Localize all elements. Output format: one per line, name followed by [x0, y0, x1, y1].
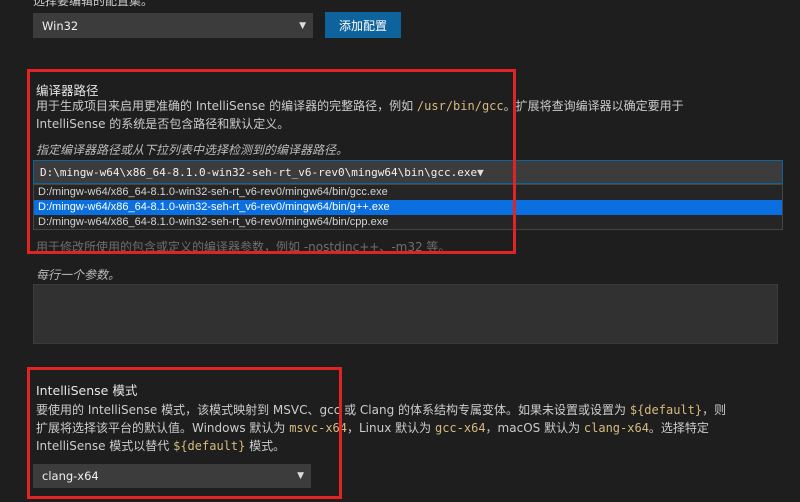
desc-text: ，Linux 默认为 — [347, 421, 435, 435]
desc-text: 用于生成项目来启用更准确的 IntelliSense 的编译器的完整路径，例如 — [36, 99, 417, 113]
intellisense-mode-value: clang-x64 — [42, 469, 99, 483]
compiler-path-input[interactable]: D:\mingw-w64\x86_64-8.1.0-win32-seh-rt_v… — [33, 160, 783, 184]
compiler-args-hint: 每行一个参数。 — [36, 268, 121, 282]
desc-text: 。选择特定 — [648, 421, 709, 435]
compiler-path-value: D:\mingw-w64\x86_64-8.1.0-win32-seh-rt_v… — [40, 165, 478, 179]
intellisense-mode-heading: IntelliSense 模式 — [36, 383, 138, 398]
desc-text: 模式。 — [245, 439, 286, 453]
dropdown-option-cpp[interactable]: D:/mingw-w64/x86_64-8.1.0-win32-seh-rt_v… — [34, 215, 782, 230]
compiler-args-textarea[interactable] — [33, 284, 778, 344]
desc-text: 扩展将选择该平台的默认值。Windows 默认为 — [36, 421, 290, 435]
add-configuration-button[interactable]: 添加配置 — [325, 12, 401, 38]
desc-code: gcc-x64 — [434, 421, 486, 435]
compiler-path-hint: 指定编译器路径或从下拉列表中选择检测到的编译器路径。 — [36, 143, 349, 157]
intellisense-desc-line2: 扩展将选择该平台的默认值。Windows 默认为 msvc-x64，Linux … — [36, 419, 709, 437]
desc-code: ${default} — [629, 403, 703, 417]
dropdown-option-gpp[interactable]: D:/mingw-w64/x86_64-8.1.0-win32-seh-rt_v… — [34, 200, 782, 215]
chevron-down-icon: ▼ — [299, 20, 306, 31]
config-select-value: Win32 — [42, 18, 79, 33]
desc-code: clang-x64 — [583, 421, 649, 435]
intellisense-desc-line1: 要使用的 IntelliSense 模式，该模式映射到 MSVC、gcc 或 C… — [36, 401, 726, 419]
desc-text: IntelliSense 模式以替代 — [36, 439, 174, 453]
config-label: 选择要编辑的配置集。 — [33, 0, 154, 8]
compiler-path-desc-line2: IntelliSense 的系统是否包含路径和默认定义。 — [36, 117, 290, 131]
config-select[interactable]: Win32 ▼ — [33, 13, 313, 38]
desc-text: ，则 — [702, 403, 727, 417]
compiler-path-desc-line1: 用于生成项目来启用更准确的 IntelliSense 的编译器的完整路径，例如 … — [36, 97, 776, 115]
desc-text: ，macOS 默认为 — [485, 421, 584, 435]
desc-text: 。扩展将查询编译器以确定要用于 — [503, 99, 684, 113]
chevron-down-icon: ▼ — [297, 471, 304, 481]
desc-code: ${default} — [173, 439, 246, 453]
compiler-path-dropdown: D:/mingw-w64/x86_64-8.1.0-win32-seh-rt_v… — [33, 184, 783, 230]
intellisense-desc-line3: IntelliSense 模式以替代 ${default} 模式。 — [36, 437, 285, 455]
chevron-down-icon[interactable]: ▼ — [477, 166, 484, 179]
desc-code: msvc-x64 — [289, 421, 347, 435]
desc-text: 要使用的 IntelliSense 模式，该模式映射到 MSVC、gcc 或 C… — [36, 403, 630, 417]
dropdown-option-gcc[interactable]: D:/mingw-w64/x86_64-8.1.0-win32-seh-rt_v… — [34, 185, 782, 200]
intellisense-mode-select[interactable]: clang-x64 ▼ — [33, 464, 311, 488]
desc-code: /usr/bin/gcc — [416, 99, 504, 113]
compiler-args-desc: 用于修改所使用的包含或定义的编译器参数，例如 -nostdinc++、-m32 … — [36, 240, 451, 254]
